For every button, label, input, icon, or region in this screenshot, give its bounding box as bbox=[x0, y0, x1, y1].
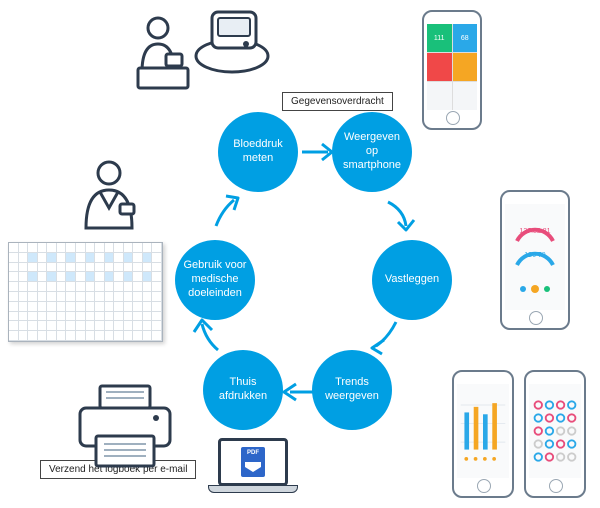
node-display-label: Weergeven op smartphone bbox=[338, 131, 406, 172]
phone-trends-bars bbox=[452, 370, 514, 498]
label-transfer-text: Gegevensoverdracht bbox=[291, 96, 384, 107]
phone-dashboard-screen: 111 68 bbox=[427, 24, 477, 110]
node-record: Vastleggen bbox=[372, 240, 452, 320]
arrow-4 bbox=[278, 372, 318, 417]
pdf-icon: PDF bbox=[241, 447, 265, 477]
label-transfer: Gegevensoverdracht bbox=[282, 92, 393, 111]
phone2-reading-bottom: 126 79 bbox=[505, 252, 565, 259]
doctor-icon bbox=[72, 158, 146, 247]
phone-calendar-screen bbox=[529, 384, 581, 478]
laptop-icon: PDF bbox=[208, 438, 298, 503]
printer-icon bbox=[70, 382, 180, 472]
node-record-label: Vastleggen bbox=[385, 273, 439, 287]
arrow-3 bbox=[366, 316, 406, 361]
arrow-2 bbox=[378, 196, 418, 241]
spreadsheet-icon bbox=[8, 242, 163, 342]
node-medical: Gebruik voor medische doeleinden bbox=[175, 240, 255, 320]
node-print-label: Thuis afdrukken bbox=[209, 376, 277, 404]
node-trends: Trends weergeven bbox=[312, 350, 392, 430]
node-trends-label: Trends weergeven bbox=[318, 376, 386, 404]
phone-calendar bbox=[524, 370, 586, 498]
phone-trends-bars-screen bbox=[457, 384, 509, 478]
phone-detail-screen: 137.82.81 126 79 bbox=[505, 204, 565, 310]
tile-red bbox=[427, 53, 452, 81]
node-print: Thuis afdrukken bbox=[203, 350, 283, 430]
tile-gray2 bbox=[453, 82, 478, 110]
tile-blue: 68 bbox=[453, 24, 478, 52]
phone-dashboard: 111 68 bbox=[422, 10, 482, 130]
arrow-5 bbox=[190, 316, 230, 361]
tile-orange bbox=[453, 53, 478, 81]
bp-monitor-icon bbox=[190, 6, 274, 81]
phone-detail: 137.82.81 126 79 bbox=[500, 190, 570, 330]
node-measure-label: Bloeddruk meten bbox=[224, 138, 292, 166]
tile-green: 111 bbox=[427, 24, 452, 52]
node-measure: Bloeddruk meten bbox=[218, 112, 298, 192]
tile-gray1 bbox=[427, 82, 452, 110]
node-display: Weergeven op smartphone bbox=[332, 112, 412, 192]
pdf-label: PDF bbox=[247, 450, 259, 456]
node-medical-label: Gebruik voor medische doeleinden bbox=[181, 259, 249, 300]
phone2-reading-top: 137.82.81 bbox=[505, 228, 565, 235]
arrow-1 bbox=[298, 132, 338, 177]
arrow-6 bbox=[206, 192, 246, 237]
